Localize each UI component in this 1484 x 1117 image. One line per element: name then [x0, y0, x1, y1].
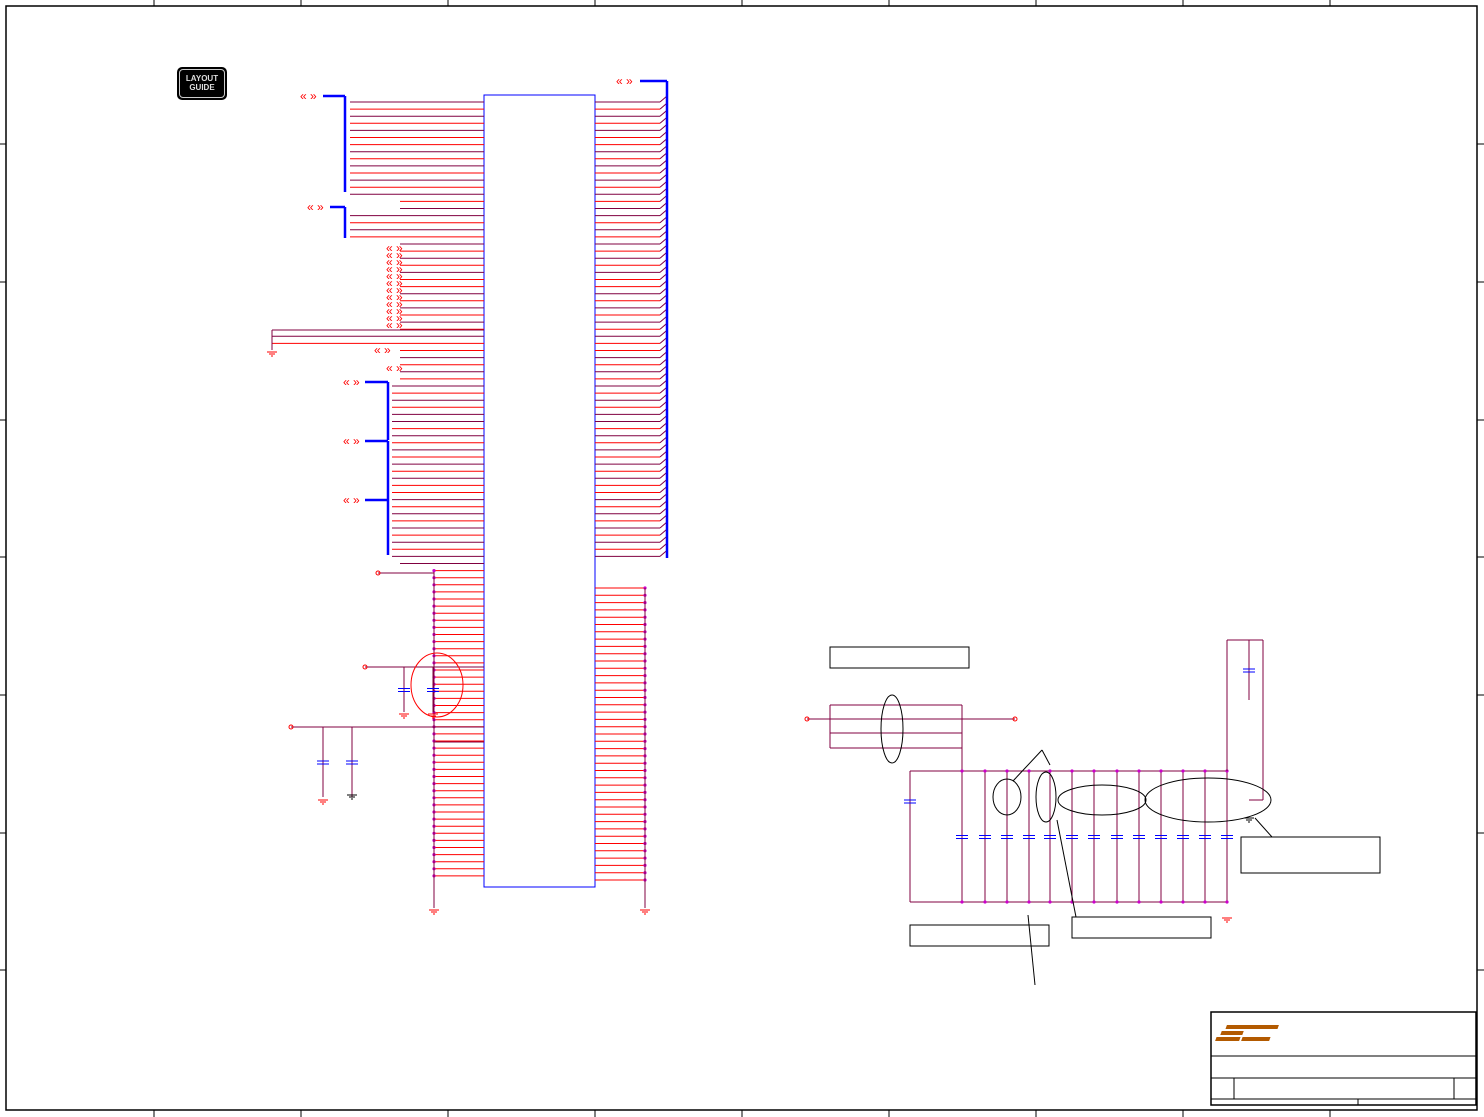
- schematic-sheet: « » « » « » « » « » « » « » « » « » « » « » « » « » «…: [0, 0, 1484, 1117]
- leader-line: [1041, 749, 1051, 766]
- junction-dot: [1115, 769, 1119, 773]
- junction-dot: [432, 569, 436, 573]
- offpage-connector-icon: « »: [386, 361, 403, 375]
- junction-dot: [960, 769, 964, 773]
- junction-dot: [1181, 900, 1185, 904]
- offpage-connector-icon: « »: [307, 200, 324, 214]
- offpage-connector-icon: « »: [343, 434, 360, 448]
- junction-dot: [960, 900, 964, 904]
- layout-guide-badge: LAYOUT GUIDE: [177, 67, 227, 100]
- offpage-connector-icon: « »: [374, 343, 391, 357]
- junction-dot: [1203, 769, 1207, 773]
- highlight-ellipse: [1035, 771, 1057, 823]
- layout-guide-line2: GUIDE: [189, 83, 215, 92]
- junction-dot: [983, 769, 987, 773]
- junction-dot: [1027, 900, 1031, 904]
- junction-dot: [1115, 900, 1119, 904]
- junction-dot: [983, 900, 987, 904]
- highlight-ellipse: [1057, 784, 1147, 816]
- junction-dot: [1159, 900, 1163, 904]
- junction-dot: [1159, 769, 1163, 773]
- label-box: [1071, 916, 1212, 939]
- leader-line: [1254, 817, 1273, 838]
- junction-dot: [1070, 769, 1074, 773]
- label-box: [909, 924, 1050, 947]
- schematic-canvas: « »« »« »« »« »« »« »« »« »« »« »« »« »«…: [0, 0, 1484, 1117]
- junction-dot: [1005, 900, 1009, 904]
- junction-dot: [1048, 900, 1052, 904]
- ic-body: [483, 94, 596, 888]
- layout-guide-line1: LAYOUT: [185, 74, 219, 83]
- junction-dot: [1092, 900, 1096, 904]
- junction-dot: [1005, 769, 1009, 773]
- junction-dot: [1092, 769, 1096, 773]
- offpage-connector-icon: « »: [343, 493, 360, 507]
- fic-logo: [1215, 1025, 1279, 1041]
- label-box: [829, 646, 970, 669]
- junction-dot: [1203, 900, 1207, 904]
- offpage-connector-icon: « »: [300, 89, 317, 103]
- outer-frame: [5, 5, 1478, 1111]
- layout-guide-label: LAYOUT GUIDE: [179, 69, 225, 98]
- junction-dot: [1027, 769, 1031, 773]
- junction-dot: [1137, 900, 1141, 904]
- label-box: [1240, 836, 1381, 874]
- offpage-connector-icon: « »: [616, 74, 633, 88]
- junction-dot: [1181, 769, 1185, 773]
- junction-dot: [1048, 769, 1052, 773]
- leader-line: [1012, 749, 1043, 782]
- offpage-connector-icon: « »: [343, 375, 360, 389]
- junction-dot: [1225, 900, 1229, 904]
- junction-dot: [1137, 769, 1141, 773]
